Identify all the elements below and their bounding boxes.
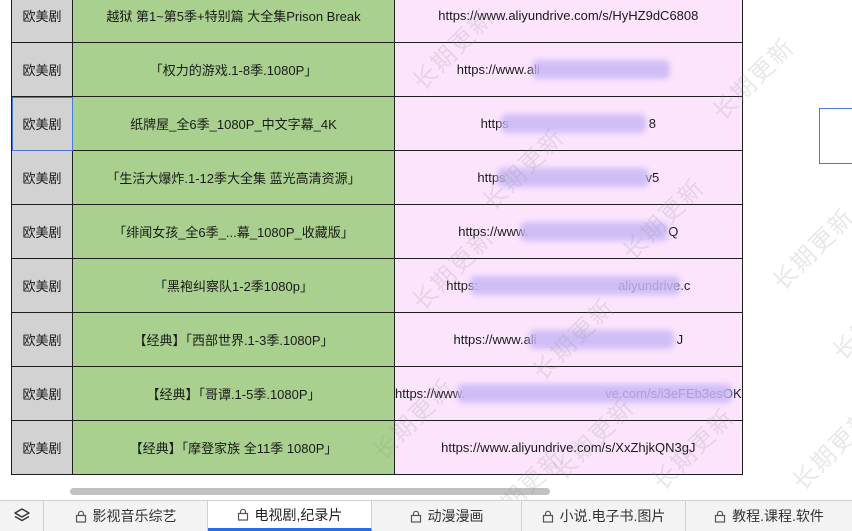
link-prefix: https://www.ali [456, 62, 540, 77]
link-suffix: HyHZ9dC6808 [612, 8, 699, 23]
sheet-list-button[interactable] [0, 501, 44, 531]
share-link-cell[interactable]: https://www.ali J [394, 312, 743, 367]
share-link-text[interactable]: https 8 [481, 114, 657, 133]
share-link-text[interactable]: https://www.ali J [453, 330, 684, 349]
title-cell[interactable]: 纸牌屋_全6季_1080P_中文字幕_4K [72, 96, 395, 151]
redaction-blur [457, 384, 732, 403]
share-link-text[interactable]: https://www.aliyundrive.com/s/XxZhjkQN3g… [441, 440, 695, 455]
lock-icon [237, 508, 248, 521]
selection-indicator[interactable] [819, 108, 852, 164]
link-prefix: https://www. [395, 386, 466, 401]
category-cell[interactable]: 欧美剧 [11, 96, 73, 151]
table-row: 欧美剧 「权力的游戏.1-8季.1080P」 https://www.ali [11, 42, 743, 97]
watermark-text: 长期更新 [787, 403, 852, 496]
sheet-tab-bar: 影视音乐综艺 电视剧,纪录片 动漫漫画 小说.电子书.图片 教程.课程.软件 [0, 500, 852, 531]
tab-label: 小说.电子书.图片 [559, 508, 666, 524]
category-cell[interactable]: 欧美剧 [11, 0, 73, 43]
tab-tutorials-software[interactable]: 教程.课程.软件 [686, 501, 852, 531]
title-cell[interactable]: 「黑袍纠察队1-2季1080p」 [72, 258, 395, 313]
tab-label: 教程.课程.软件 [732, 508, 824, 524]
link-prefix: https://www.aliyundrive.com/s/XxZhjkQN3g… [441, 440, 696, 455]
tab-anime-comics[interactable]: 动漫漫画 [372, 501, 522, 531]
lock-icon [410, 510, 421, 523]
share-link-text[interactable]: https v5 [477, 168, 659, 187]
share-link-cell[interactable]: https:aliyundrive.c [394, 258, 743, 313]
watermark-text: 长期更新 [827, 273, 852, 366]
redaction-blur [470, 276, 681, 295]
title-cell[interactable]: 【经典】「摩登家族 全11季 1080P」 [72, 420, 395, 475]
tab-label: 电视剧,纪录片 [254, 506, 343, 523]
category-cell[interactable]: 欧美剧 [11, 42, 73, 97]
table-row: 欧美剧 【经典】「摩登家族 全11季 1080P」 https://www.aliy… [11, 420, 743, 475]
title-cell[interactable]: 「权力的游戏.1-8季.1080P」 [72, 42, 395, 97]
lock-icon [542, 510, 553, 523]
row-header-strip [0, 0, 11, 500]
table-row: 欧美剧 纸牌屋_全6季_1080P_中文字幕_4K https 8 [11, 96, 743, 151]
tab-movies-music[interactable]: 影视音乐综艺 [44, 501, 208, 531]
tab-label: 影视音乐综艺 [92, 508, 177, 524]
category-cell[interactable]: 欧美剧 [11, 258, 73, 313]
share-link-text[interactable]: https://www.ali [456, 60, 680, 79]
category-cell[interactable]: 欧美剧 [11, 420, 73, 475]
tab-label: 动漫漫画 [427, 508, 484, 524]
table-row: 欧美剧 「生活大爆炸.1-12季大全集 蓝光高清资源」 https v5 [11, 150, 743, 205]
redaction-blur [528, 330, 674, 349]
share-link-cell[interactable]: https://www.ali [394, 42, 743, 97]
spreadsheet-viewport[interactable]: 欧美剧 越狱 第1~第5季+特别篇 大全集Prison Break https://… [0, 0, 852, 500]
link-prefix: https://www.aliyundrive.com/s/ [438, 8, 613, 23]
title-cell[interactable]: 「生活大爆炸.1-12季大全集 蓝光高清资源」 [72, 150, 395, 205]
share-link-cell[interactable]: https://www. Q [394, 204, 743, 259]
title-cell[interactable]: 「绯闻女孩_全6季_...幕_1080P_收藏版」 [72, 204, 395, 259]
share-link-text[interactable]: https://www. Q [458, 222, 679, 241]
link-suffix: J [676, 332, 684, 347]
title-cell[interactable]: 【经典】「西部世界.1-3季.1080P」 [72, 312, 395, 367]
share-link-text[interactable]: https:aliyundrive.c [446, 276, 690, 295]
lock-icon [715, 510, 726, 523]
category-cell[interactable]: 欧美剧 [11, 150, 73, 205]
redaction-blur [520, 222, 669, 241]
redaction-blur [500, 114, 646, 133]
table-row: 欧美剧 【经典】「西部世界.1-3季.1080P」 https://www.ali J [11, 312, 743, 367]
table-row: 欧美剧「黑袍纠察队1-2季1080p」 https:aliyundrive.c [11, 258, 743, 313]
link-suffix: 8 [648, 116, 657, 131]
tab-tv-documentary[interactable]: 电视剧,纪录片 [208, 501, 372, 531]
category-cell[interactable]: 欧美剧 [11, 366, 73, 421]
table-row: 欧美剧 越狱 第1~第5季+特别篇 大全集Prison Break https://… [11, 0, 743, 43]
table-row: 欧美剧【经典】「哥谭.1-5季.1080P」https://www.ve.com… [11, 366, 743, 421]
category-cell[interactable]: 欧美剧 [11, 312, 73, 367]
link-prefix: https://www.ali [453, 332, 537, 347]
title-cell[interactable]: 越狱 第1~第5季+特别篇 大全集Prison Break [72, 0, 395, 43]
lock-icon [75, 510, 86, 523]
title-cell[interactable]: 【经典】「哥谭.1-5季.1080P」 [72, 366, 395, 421]
redaction-blur [497, 168, 650, 187]
share-link-cell[interactable]: https v5 [394, 150, 743, 205]
share-link-cell[interactable]: https 8 [394, 96, 743, 151]
share-link-cell[interactable]: https://www.ve.com/s/i3eFEb3esOK [394, 366, 743, 421]
link-suffix: Q [668, 224, 679, 239]
share-link-text[interactable]: https://www.aliyundrive.com/s/HyHZ9dC680… [438, 8, 698, 23]
layers-icon [13, 508, 30, 522]
spreadsheet-grid: 欧美剧 越狱 第1~第5季+特别篇 大全集Prison Break https://… [11, 0, 743, 475]
watermark-text: 长期更新 [767, 203, 852, 296]
redaction-blur [531, 60, 670, 79]
share-link-text[interactable]: https://www.ve.com/s/i3eFEb3esOK [395, 384, 741, 403]
table-row: 欧美剧 「绯闻女孩_全6季_...幕_1080P_收藏版」 https://www.… [11, 204, 743, 259]
link-prefix: https://www. [458, 224, 529, 239]
share-link-cell[interactable]: https://www.aliyundrive.com/s/HyHZ9dC680… [394, 0, 743, 43]
tab-novels-ebooks[interactable]: 小说.电子书.图片 [522, 501, 686, 531]
category-cell[interactable]: 欧美剧 [11, 204, 73, 259]
share-link-cell[interactable]: https://www.aliyundrive.com/s/XxZhjkQN3g… [394, 420, 743, 475]
horizontal-scrollbar[interactable] [70, 488, 550, 495]
